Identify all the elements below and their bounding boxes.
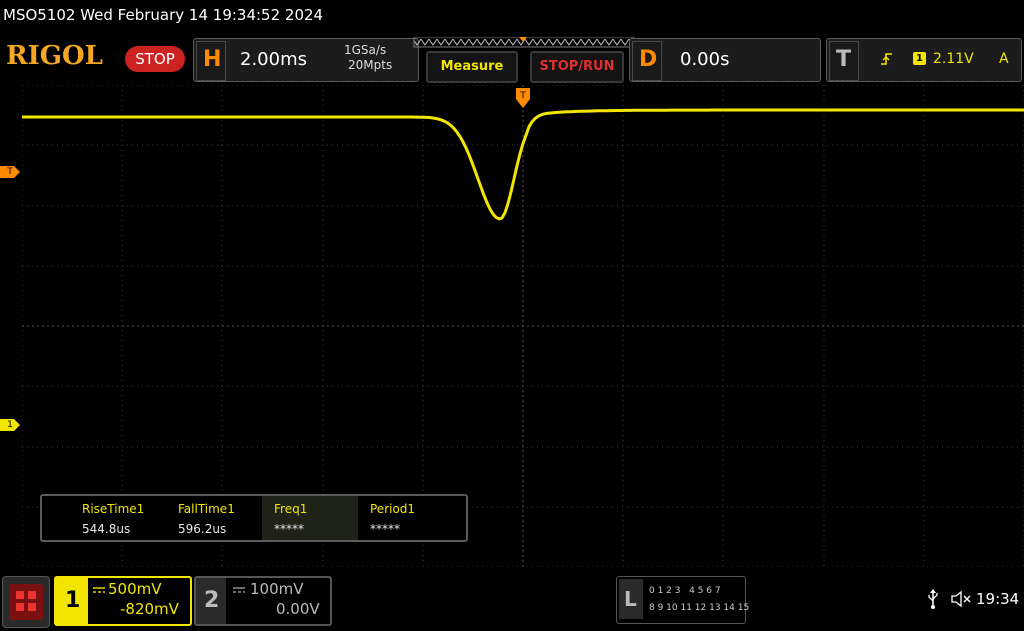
grid-menu-icon <box>9 584 43 620</box>
rigol-logo: RIGOL <box>6 41 103 71</box>
measurement-rise-time[interactable]: RiseTime1 544.8us <box>70 496 166 540</box>
run-state-badge[interactable]: STOP <box>125 46 185 72</box>
measurement-value: ***** <box>370 522 400 536</box>
trigger-mode: A <box>999 51 1009 67</box>
measure-button[interactable]: Measure <box>426 51 518 83</box>
measurement-label: Freq1 <box>274 502 308 516</box>
dc-coupling-icon <box>233 587 245 593</box>
speaker-muted-icon[interactable] <box>950 590 972 608</box>
measurement-label: RiseTime1 <box>82 502 145 516</box>
horizontal-panel[interactable]: H 2.00ms 1GSa/s 20Mpts <box>193 38 419 82</box>
timebase-value: 2.00ms <box>240 49 307 70</box>
logic-letter-box: L <box>619 579 643 619</box>
logic-channels-low: 0 1 2 3 4 5 6 7 <box>649 586 721 596</box>
delay-value: 0.00s <box>680 49 730 70</box>
measurement-label: FallTime1 <box>178 502 235 516</box>
memory-depth: 20Mpts <box>348 58 393 72</box>
trigger-letter: T <box>836 47 852 72</box>
system-clock: 19:34 <box>976 590 1020 608</box>
logic-channels-high: 8 9 10 11 12 13 14 15 <box>649 603 750 613</box>
horizontal-letter: H <box>203 47 222 72</box>
measurement-label: Period1 <box>370 502 416 516</box>
measurement-freq[interactable]: Freq1 ***** <box>262 496 358 540</box>
channel-number: 1 <box>65 588 81 613</box>
trigger-letter-box: T <box>829 41 859 81</box>
channel-offset: -820mV <box>120 600 179 618</box>
trigger-level: 2.11V <box>933 51 974 67</box>
channel-2-badge: 2 <box>196 578 226 624</box>
measurement-value: 544.8us <box>82 522 131 536</box>
measurement-fall-time[interactable]: FallTime1 596.2us <box>166 496 262 540</box>
channel-1-panel[interactable]: 1 500mV -820mV <box>54 576 192 626</box>
measurement-value: ***** <box>274 522 304 536</box>
measurement-value: 596.2us <box>178 522 227 536</box>
dc-coupling-icon <box>93 587 105 593</box>
delay-letter-box: D <box>632 41 662 81</box>
channel-1-badge: 1 <box>56 578 88 624</box>
measurement-panel[interactable]: RiseTime1 544.8us FallTime1 596.2us Freq… <box>40 494 468 542</box>
channel-number: 2 <box>204 588 220 613</box>
horizontal-letter-box: H <box>196 41 226 81</box>
channel-2-panel[interactable]: 2 100mV 0.00V <box>194 576 332 626</box>
memory-overview-bar <box>413 37 635 48</box>
logic-letter: L <box>624 587 637 611</box>
status-line: MSO5102 Wed February 14 19:34:52 2024 <box>3 6 324 24</box>
app-menu-button[interactable] <box>2 576 50 628</box>
rising-edge-icon <box>881 53 892 65</box>
channel-scale: 500mV <box>108 580 162 598</box>
channel-scale: 100mV <box>250 580 304 598</box>
trigger-panel[interactable]: T 1 2.11V A <box>826 38 1022 82</box>
channel-offset: 0.00V <box>276 600 320 618</box>
measurement-period[interactable]: Period1 ***** <box>358 496 454 540</box>
trigger-level-marker[interactable]: T <box>0 166 20 178</box>
delay-letter: D <box>639 47 658 72</box>
usb-icon <box>928 589 938 609</box>
delay-panel[interactable]: D 0.00s <box>629 38 821 82</box>
channel-1-marker[interactable]: 1 <box>0 419 20 431</box>
stop-run-button[interactable]: STOP/RUN <box>530 51 624 83</box>
trigger-source-badge: 1 <box>913 52 926 65</box>
logic-panel[interactable]: L 0 1 2 3 4 5 6 7 8 9 10 11 12 13 14 15 <box>616 576 750 624</box>
sample-rate: 1GSa/s <box>344 43 387 57</box>
